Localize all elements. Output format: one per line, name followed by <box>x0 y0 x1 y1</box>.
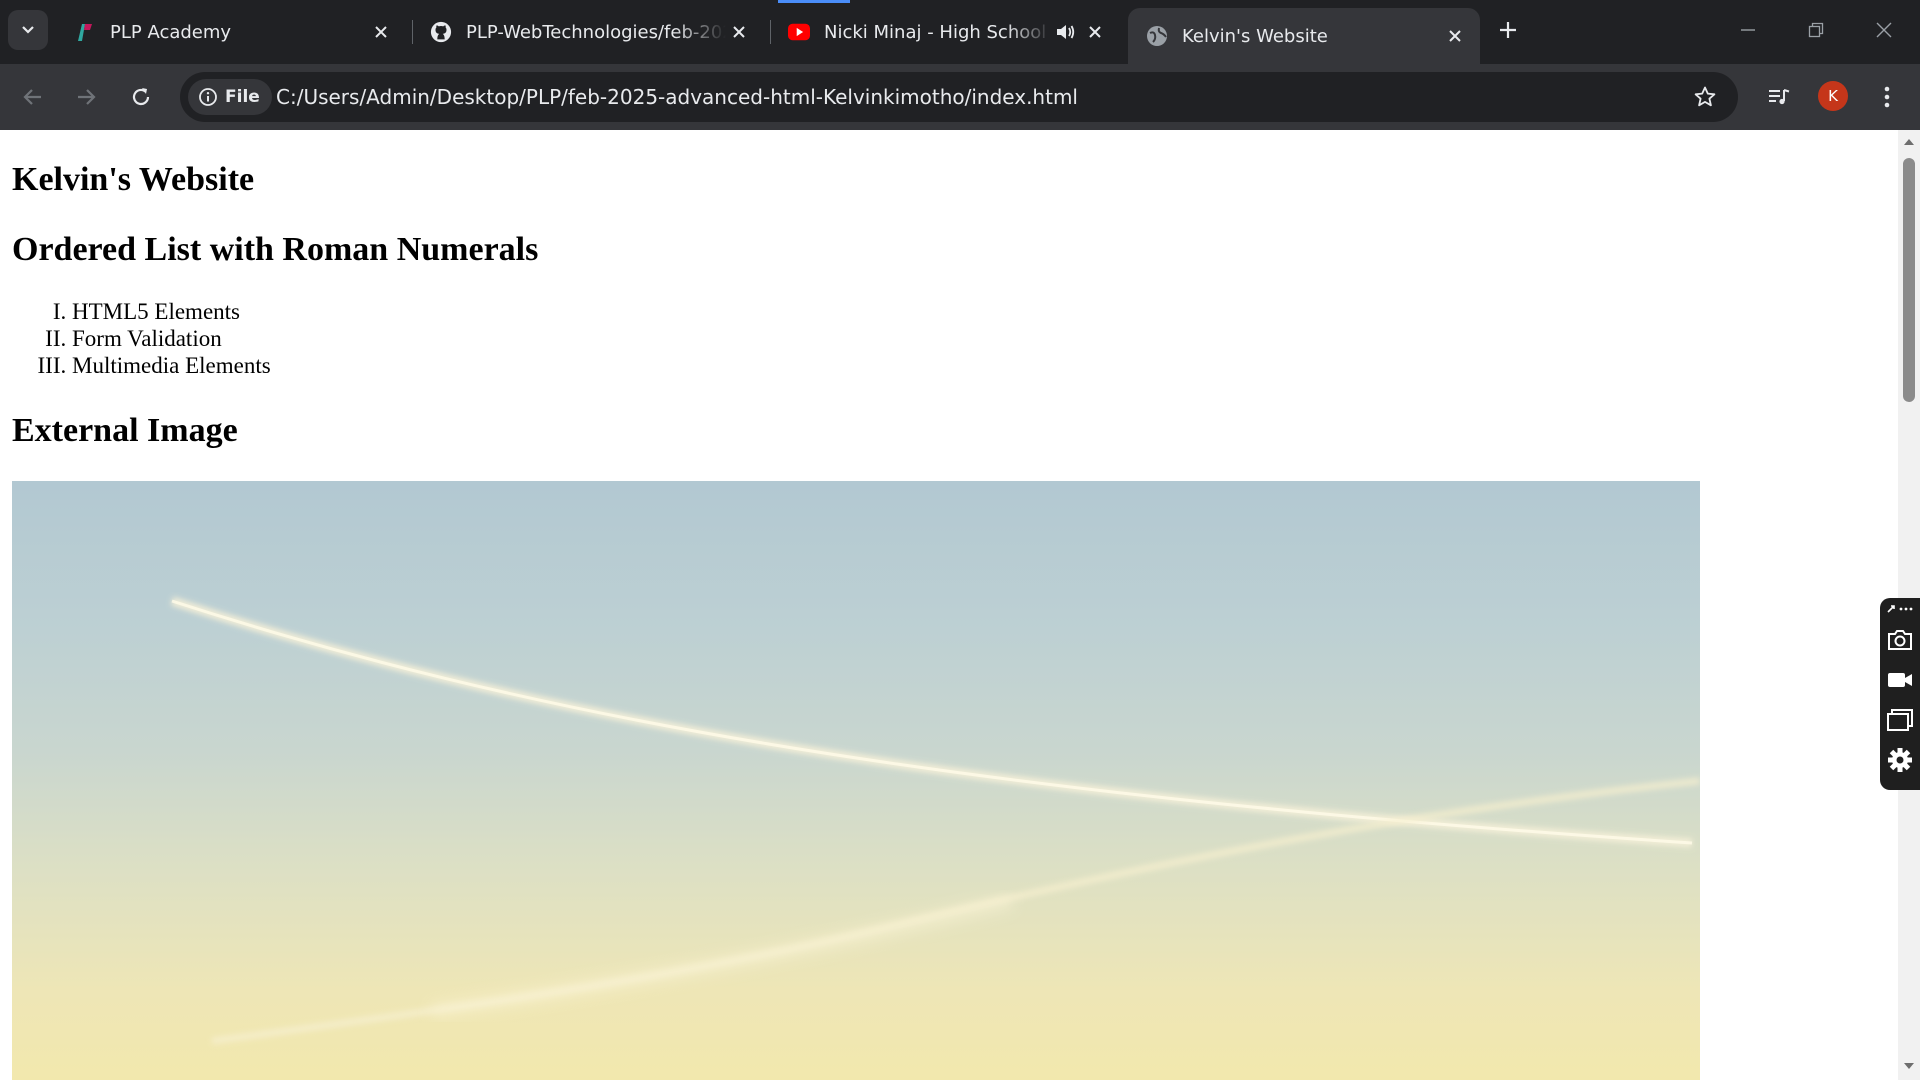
close-tab-icon[interactable] <box>1442 23 1468 49</box>
url-text[interactable]: C:/Users/Admin/Desktop/PLP/feb-2025-adva… <box>276 72 1078 122</box>
more-vert-icon <box>1884 86 1890 108</box>
profile-avatar[interactable]: K <box>1818 81 1848 111</box>
close-tab-icon[interactable] <box>726 19 752 45</box>
close-tab-icon[interactable] <box>1082 19 1108 45</box>
media-controls-button[interactable] <box>1760 78 1798 116</box>
arrow-left-icon <box>23 89 41 105</box>
close-window-button[interactable] <box>1850 0 1918 60</box>
speaker-icon[interactable] <box>1052 19 1078 45</box>
list-item: Form Validation <box>72 325 1886 352</box>
window-capture-icon[interactable] <box>1884 704 1916 736</box>
page-viewport: Kelvin's Website Ordered List with Roman… <box>0 130 1898 1080</box>
page-body: Kelvin's Website Ordered List with Roman… <box>0 160 1898 1080</box>
minimize-icon <box>1741 29 1755 31</box>
tab-title: PLP Academy <box>110 21 232 43</box>
site-info-label: File <box>225 87 260 107</box>
close-icon <box>1876 22 1892 38</box>
scroll-thumb[interactable] <box>1903 158 1915 402</box>
star-icon <box>1694 86 1716 107</box>
tab-youtube[interactable]: Nicki Minaj - High School ft <box>770 8 1120 56</box>
minimize-button[interactable] <box>1714 0 1782 60</box>
site-info-chip[interactable]: File <box>188 79 272 115</box>
roman-ordered-list: HTML5 Elements Form Validation Multimedi… <box>12 298 1886 379</box>
scroll-up-arrow-icon[interactable] <box>1903 136 1915 148</box>
screen-capture-widget <box>1880 598 1920 790</box>
gear-icon[interactable] <box>1884 744 1916 776</box>
github-icon <box>430 21 452 43</box>
sky-contrail-picture <box>170 596 1700 1045</box>
reload-button[interactable] <box>122 78 160 116</box>
tab-title: PLP-WebTechnologies/feb-2025 <box>466 21 726 43</box>
list-item: Multimedia Elements <box>72 352 1886 379</box>
bookmark-button[interactable] <box>1690 82 1720 112</box>
globe-icon <box>1146 25 1168 47</box>
youtube-icon <box>788 21 810 43</box>
list-item: HTML5 Elements <box>72 298 1886 325</box>
tab-title: Nicki Minaj - High School ft <box>824 21 1052 43</box>
scroll-down-arrow-icon[interactable] <box>1903 1060 1915 1072</box>
restore-icon <box>1808 22 1824 38</box>
close-tab-icon[interactable] <box>368 19 394 45</box>
browser-menu-button[interactable] <box>1868 78 1906 116</box>
external-image <box>12 481 1700 1080</box>
tab-plp-academy[interactable]: PLP Academy <box>56 8 406 56</box>
video-camera-icon[interactable] <box>1884 664 1916 696</box>
tab-kelvins-website[interactable]: Kelvin's Website <box>1128 8 1480 64</box>
arrow-right-icon <box>78 89 96 105</box>
tab-github[interactable]: PLP-WebTechnologies/feb-2025 <box>412 8 764 56</box>
back-button[interactable] <box>14 78 52 116</box>
audio-playing-indicator <box>778 0 850 3</box>
info-icon <box>199 88 217 106</box>
chevron-down-icon <box>22 26 34 34</box>
browser-toolbar: File C:/Users/Admin/Desktop/PLP/feb-2025… <box>0 64 1920 130</box>
external-image-heading: External Image <box>12 412 238 449</box>
tab-title: Kelvin's Website <box>1182 25 1328 47</box>
new-tab-button[interactable] <box>1490 12 1526 48</box>
plus-icon <box>1500 22 1516 38</box>
plp-academy-icon <box>74 21 96 43</box>
widget-more-icon[interactable] <box>1884 600 1916 618</box>
page-title: Kelvin's Website <box>12 161 255 198</box>
address-bar[interactable]: File C:/Users/Admin/Desktop/PLP/feb-2025… <box>180 72 1738 122</box>
reload-icon <box>132 88 150 106</box>
ordered-list-heading: Ordered List with Roman Numerals <box>12 231 539 268</box>
restore-button[interactable] <box>1782 0 1850 60</box>
camera-icon[interactable] <box>1884 624 1916 656</box>
playlist-music-icon <box>1769 89 1790 105</box>
forward-button[interactable] <box>67 78 105 116</box>
tab-search-button[interactable] <box>8 10 48 50</box>
tab-strip: PLP Academy PLP-WebTechnologies/feb-2025… <box>0 0 1920 64</box>
